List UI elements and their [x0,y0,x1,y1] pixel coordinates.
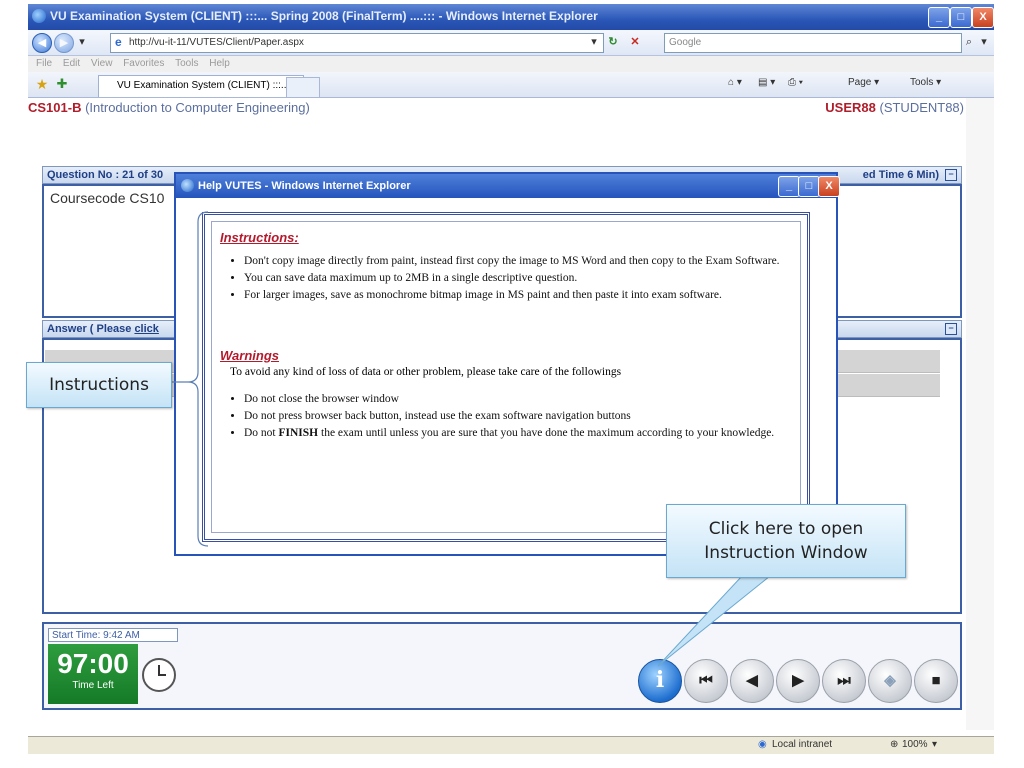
home-icon[interactable]: ⌂ ▾ [728,77,742,88]
favorites-star-icon[interactable]: ★ [34,75,50,93]
instructions-heading: Instructions: [220,230,299,245]
page-scrollbar[interactable] [966,98,994,730]
search-dropdown-icon[interactable]: ▾ [978,33,990,51]
answer-click-link[interactable]: click [134,323,158,335]
minimize-button[interactable]: _ [928,7,950,28]
popup-inner-frame: Instructions: Don't copy image directly … [211,221,801,533]
time-left-box: 97:00 Time Left [48,644,138,704]
popup-content: Instructions: Don't copy image directly … [202,212,810,542]
address-bar-row: ◀ ▶ ▾ http://vu-it-11/VUTES/Client/Paper… [28,30,994,56]
stop-icon[interactable]: ✕ [626,33,644,51]
address-dropdown-icon[interactable]: ▾ [588,33,600,51]
security-zone: Local intranet [772,739,833,750]
answer-label: Answer ( Please [47,323,135,335]
feeds-icon[interactable]: ▤ ▾ [758,77,775,88]
status-bar: ◉ Local intranet ⊕ 100% ▾ [28,736,994,754]
popup-maximize-button[interactable]: □ [798,176,820,197]
menu-help[interactable]: Help [209,56,230,72]
menu-file[interactable]: File [36,56,52,72]
forward-icon[interactable]: ▶ [54,33,74,53]
new-tab-button[interactable] [286,77,320,97]
search-icon[interactable]: ⌕ [960,33,978,51]
page-menu-button[interactable]: Page ▾ [848,77,879,88]
tools-menu-button[interactable]: Tools ▾ [910,77,941,88]
info-button[interactable]: i [638,659,682,703]
previous-question-button[interactable]: ◀ [730,659,774,703]
zoom-level[interactable]: 100% [902,739,928,750]
zoom-dropdown-icon[interactable]: ▾ [932,739,937,750]
add-favorites-icon[interactable]: ✚ [54,75,70,93]
warnings-intro: To avoid any kind of loss of data or oth… [230,366,622,378]
popup-title-bar: Help VUTES - Windows Internet Explorer _… [176,174,840,198]
collapse-question-icon[interactable]: − [945,169,957,181]
browser-title-bar: VU Examination System (CLIENT) :::... Sp… [28,4,994,30]
question-timer: ed Time 6 Min) [862,169,939,181]
popup-close-button[interactable]: X [818,176,840,197]
ie-logo-icon [32,9,46,23]
save-button[interactable]: ◈ [868,659,912,703]
user-info: USER88 (STUDENT88) [800,98,964,118]
print-icon[interactable]: ⎙ ▾ [788,77,803,88]
maximize-button[interactable]: □ [950,7,972,28]
menu-favorites[interactable]: Favorites [123,56,164,72]
tab-exam[interactable]: VU Examination System (CLIENT) :::... Sp… [98,75,304,97]
instruction-item: You can save data maximum up to 2MB in a… [244,271,804,286]
course-code: CS101-B [28,100,82,115]
address-input[interactable]: http://vu-it-11/VUTES/Client/Paper.aspx [110,33,604,53]
start-time: Start Time: 9:42 AM [48,628,178,642]
warnings-heading: Warnings [220,348,279,363]
zoom-icon[interactable]: ⊕ [890,739,898,750]
next-question-button[interactable]: ▶ [776,659,820,703]
callout-info-button: Click here to open Instruction Window [666,504,906,578]
warnings-list: Do not close the browser window Do not p… [222,392,804,443]
intranet-icon: ◉ [758,739,767,750]
question-number: Question No : 21 of 30 [47,169,164,181]
close-button[interactable]: X [972,7,994,28]
history-dropdown-icon[interactable]: ▾ [76,33,88,51]
popup-title: Help VUTES - Windows Internet Explorer [198,180,411,192]
help-popup-window: Help VUTES - Windows Internet Explorer _… [174,172,840,556]
popup-minimize-button[interactable]: _ [778,176,800,197]
finish-button[interactable]: ■ [914,659,958,703]
first-question-button[interactable]: ⏮ [684,659,728,703]
warning-item: Do not press browser back button, instea… [244,409,804,424]
browser-title: VU Examination System (CLIENT) :::... Sp… [50,9,598,23]
callout-instructions: Instructions [26,362,172,408]
instruction-item: Don't copy image directly from paint, in… [244,254,804,269]
search-input[interactable]: Google [664,33,962,53]
user-role: (STUDENT88) [879,100,964,115]
instructions-list: Don't copy image directly from paint, in… [222,254,804,305]
menu-edit[interactable]: Edit [63,56,80,72]
navigation-panel: Start Time: 9:42 AM 97:00 Time Left i ⏮ … [42,622,962,710]
refresh-icon[interactable]: ↻ [604,33,622,51]
menu-bar: File Edit View Favorites Tools Help [28,56,994,72]
instruction-item: For larger images, save as monochrome bi… [244,288,804,303]
warning-item: Do not close the browser window [244,392,804,407]
collapse-answer-icon[interactable]: − [945,323,957,335]
last-question-button[interactable]: ⏭ [822,659,866,703]
course-name: (Introduction to Computer Engineering) [85,100,310,115]
warning-item: Do not FINISH the exam until unless you … [244,426,804,441]
menu-view[interactable]: View [91,56,113,72]
question-text: Coursecode CS10 [50,190,165,206]
menu-tools[interactable]: Tools [175,56,198,72]
user-id: USER88 [825,100,876,115]
time-left-label: Time Left [72,680,114,691]
back-icon[interactable]: ◀ [32,33,52,53]
time-left-value: 97:00 [57,648,129,679]
clock-icon [142,658,176,692]
tab-row: ★ ✚ VU Examination System (CLIENT) :::..… [28,72,994,98]
